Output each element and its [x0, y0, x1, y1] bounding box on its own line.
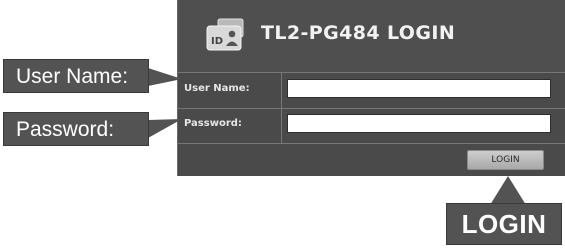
username-input[interactable]: [287, 79, 551, 98]
password-row: Password:: [178, 108, 565, 143]
id-card-icon: ID: [206, 18, 244, 51]
password-input[interactable]: [287, 114, 551, 133]
svg-text:ID: ID: [211, 36, 223, 47]
divider: [281, 73, 282, 108]
username-label: User Name:: [184, 83, 250, 94]
login-form: User Name: Password:: [178, 72, 565, 144]
login-panel: ID TL2-PG484 LOGIN User Name: Password: …: [177, 0, 565, 176]
password-callout: Password:: [3, 112, 149, 146]
login-callout: LOGIN: [446, 203, 562, 245]
login-callout-pointer: [490, 176, 526, 205]
divider: [281, 108, 282, 143]
login-header: ID TL2-PG484 LOGIN: [178, 0, 565, 72]
username-row: User Name:: [178, 73, 565, 109]
user-name-callout: User Name:: [3, 59, 149, 93]
password-label: Password:: [184, 118, 242, 129]
login-button[interactable]: LOGIN: [467, 150, 544, 170]
page-title: TL2-PG484 LOGIN: [261, 22, 456, 44]
